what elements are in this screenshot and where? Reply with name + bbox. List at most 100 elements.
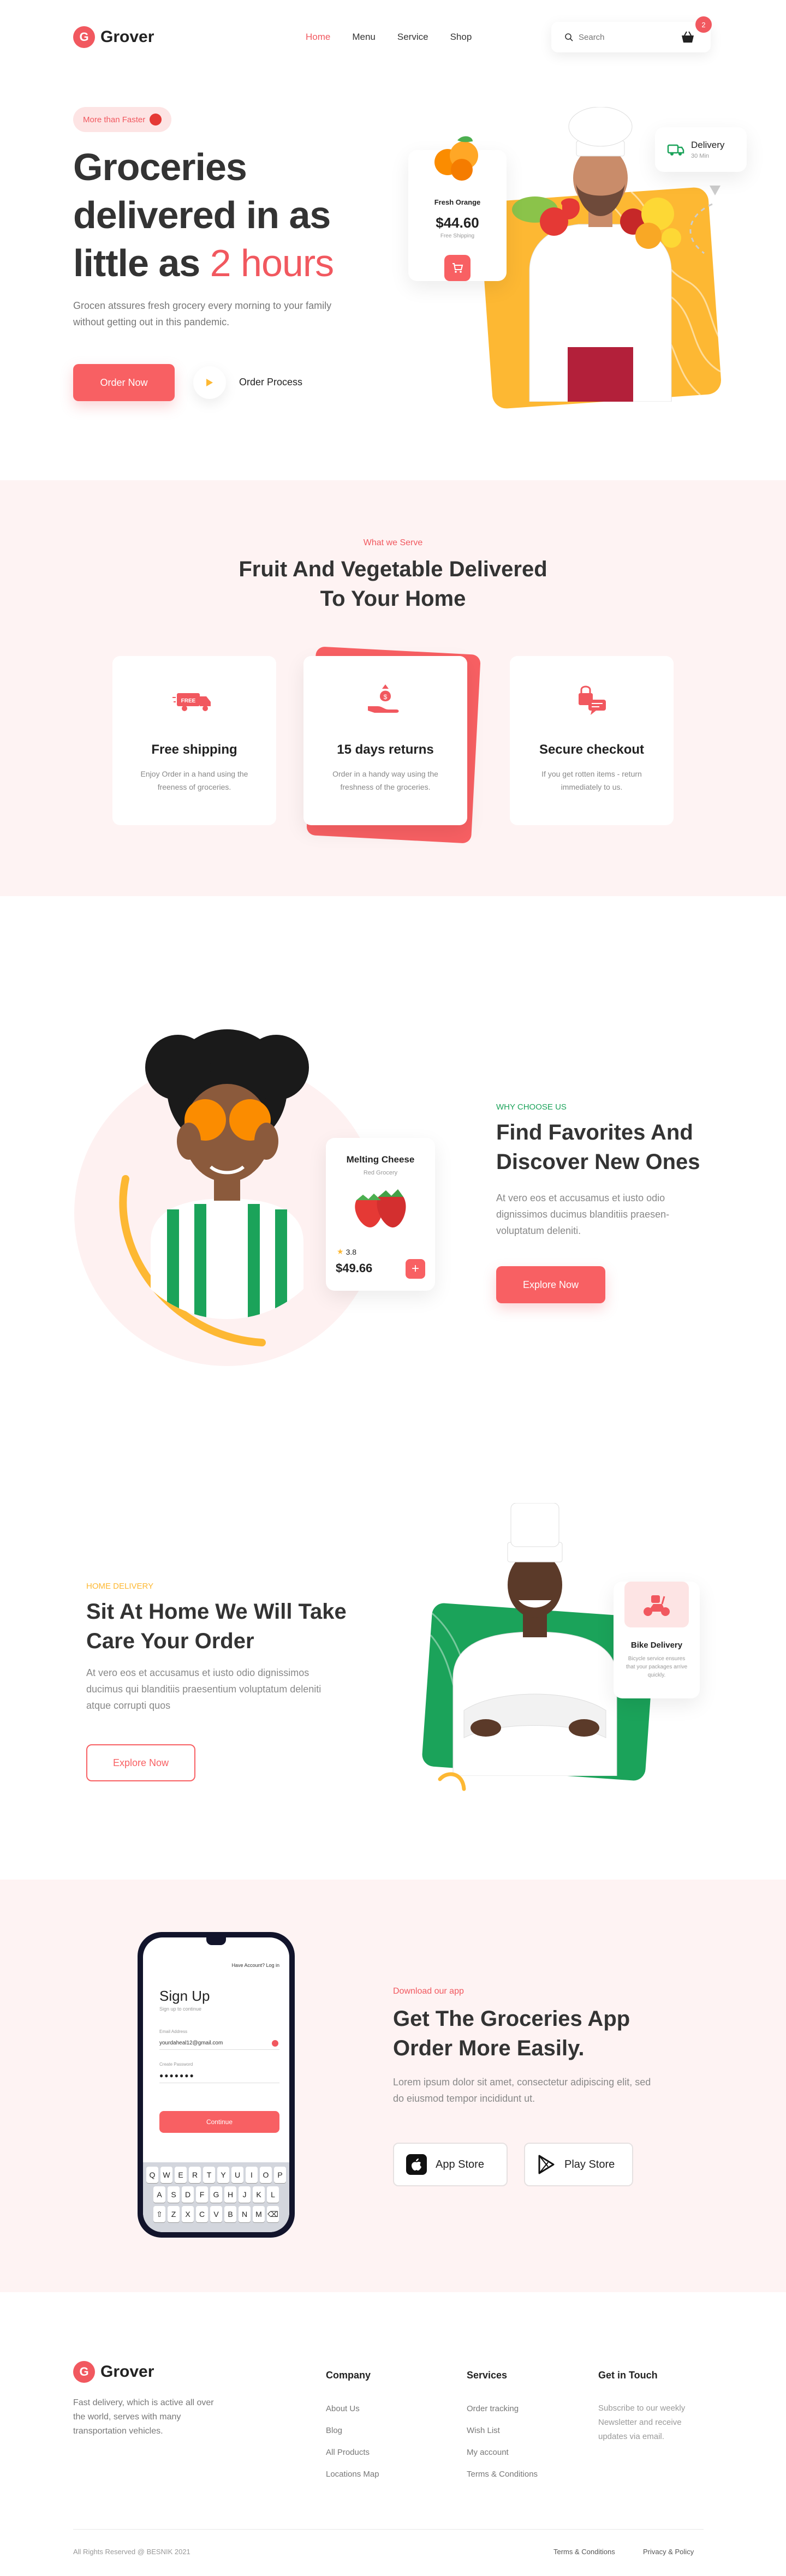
home-eyebrow: HOME DELIVERY (86, 1582, 154, 1591)
footer-link[interactable]: All Products (326, 2448, 370, 2457)
footer-contact-title: Get in Touch (598, 2370, 658, 2381)
footer-link[interactable]: Order tracking (467, 2404, 519, 2413)
keyboard-key: ⇧ (153, 2206, 165, 2222)
keyboard-key: A (153, 2186, 165, 2203)
services-title: Fruit And Vegetable Delivered To Your Ho… (0, 554, 786, 613)
footer-link[interactable]: Terms & Conditions (467, 2470, 538, 2479)
footer-link[interactable]: Blog (326, 2426, 342, 2435)
delivery-truck-icon (667, 144, 684, 156)
keyboard-key: K (253, 2186, 265, 2203)
product-rating: ★ 3.8 (337, 1247, 356, 1256)
phone-screen: Have Account? Log in Sign Up Sign up to … (143, 1937, 289, 2232)
footer-link[interactable]: Locations Map (326, 2470, 379, 2479)
order-process-label: Order Process (239, 377, 303, 387)
play-icon (206, 379, 213, 386)
hero-subtitle: Grocen atssures fresh grocery every morn… (73, 300, 332, 327)
footer-link[interactable]: My account (467, 2448, 509, 2457)
phone-signup-title: Sign Up (159, 1988, 210, 2004)
brand-name: Grover (100, 28, 154, 46)
order-process-play-button[interactable] (193, 366, 226, 399)
footer-link[interactable]: Wish List (467, 2426, 500, 2435)
app-store-button[interactable]: App Store (393, 2143, 508, 2186)
hero-title-line: Groceries (73, 146, 247, 188)
hero-title-line: little as 2 hours (73, 239, 422, 287)
brand-logo[interactable]: G Grover (73, 26, 154, 48)
keyboard-key: Q (146, 2167, 158, 2183)
keyboard-key: O (260, 2167, 272, 2183)
keyboard-key: R (189, 2167, 201, 2183)
bike-delivery-title: Bike Delivery (630, 1641, 683, 1650)
service-desc: Order in a handy way using the freshness… (332, 770, 438, 791)
service-title: Free shipping (151, 742, 237, 757)
add-to-cart-button[interactable] (444, 255, 471, 281)
home-description: At vero eos et accusamus et iusto odio d… (86, 1667, 321, 1711)
basket-icon[interactable] (680, 29, 696, 46)
order-now-button[interactable]: Order Now (73, 364, 175, 401)
why-eyebrow: WHY CHOOSE US (496, 1102, 567, 1112)
keyboard-row: ASDFGHJKL (146, 2186, 286, 2203)
cart-count-badge: 2 (695, 16, 712, 33)
nav-link-menu[interactable]: Menu (352, 32, 376, 43)
strawberries-image (355, 1189, 406, 1228)
copyright: All Rights Reserved @ BESNIK 2021 (73, 2548, 190, 2556)
footer-contact-text: Subscribe to our weekly Newsletter and r… (598, 2404, 686, 2441)
keyboard-key: T (203, 2167, 215, 2183)
play-store-label: Play Store (564, 2158, 615, 2170)
app-title: Get The Groceries App Order More Easily. (393, 2004, 699, 2063)
footer-link[interactable]: About Us (326, 2404, 360, 2413)
phone-signup-subtitle: Sign up to continue (159, 2006, 202, 2012)
why-title-line: Discover New Ones (496, 1150, 700, 1174)
services-title-line: Fruit And Vegetable Delivered (239, 557, 547, 581)
keyboard-key: B (224, 2206, 236, 2222)
service-title: Secure checkout (539, 742, 645, 757)
footer-privacy-link[interactable]: Privacy & Policy (643, 2548, 694, 2556)
product-name: Fresh Orange (434, 198, 481, 206)
delivery-time-card: Delivery 30 Min (655, 127, 747, 172)
app-title-line: Order More Easily. (393, 2036, 585, 2060)
bike-delivery-desc: Bicycle service ensures that your packag… (626, 1656, 688, 1678)
oranges-image (434, 136, 478, 181)
phone-password-label: Create Password (159, 2062, 193, 2067)
footer-tagline: Fast delivery, which is active all over … (73, 2398, 214, 2436)
nav-link-home[interactable]: Home (306, 32, 330, 43)
footer-logo[interactable]: G Grover (73, 2361, 154, 2383)
product-card-orange[interactable]: Fresh Orange $44.60 Free Shipping (408, 136, 507, 281)
product-card-cheese[interactable]: Melting Cheese Red Grocery ★ 3.8 $49.66 … (326, 1138, 435, 1291)
search-icon (565, 33, 573, 41)
fruit-icon (150, 114, 162, 126)
checkout-lock-icon (579, 685, 606, 715)
nav-link-shop[interactable]: Shop (450, 32, 472, 43)
svg-text:$: $ (384, 693, 388, 701)
add-to-cart-button[interactable]: + (406, 1259, 425, 1279)
keyboard-key: W (160, 2167, 172, 2183)
keyboard-key: C (196, 2206, 208, 2222)
keyboard-key: N (239, 2206, 251, 2222)
footer-services-title: Services (467, 2370, 508, 2381)
chef-arms-crossed-image (452, 1503, 617, 1776)
star-icon: ★ (337, 1247, 344, 1256)
phone-mockup: Have Account? Log in Sign Up Sign up to … (138, 1932, 295, 2238)
scooter-icon (644, 1595, 670, 1616)
phone-email-field: yourdaheal12@gmail.com (159, 2040, 279, 2050)
why-explore-button[interactable]: Explore Now (496, 1266, 605, 1303)
hero-pill-label: More than Faster (83, 115, 146, 124)
nav-link-service[interactable]: Service (397, 32, 428, 43)
service-desc: If you get rotten items - return immedia… (541, 770, 642, 791)
why-description: At vero eos et accusamus et iusto odio d… (496, 1192, 670, 1236)
play-store-button[interactable]: Play Store (524, 2143, 633, 2186)
rating-value: 3.8 (346, 1247, 357, 1256)
keyboard-key: V (210, 2206, 222, 2222)
keyboard-key: J (239, 2186, 251, 2203)
product-sub: Red Grocery (363, 1170, 398, 1176)
home-explore-button[interactable]: Explore Now (86, 1744, 195, 1781)
brand-name: Grover (100, 2363, 154, 2381)
home-title-line: Care Your Order (86, 1629, 254, 1653)
app-store-label: App Store (436, 2158, 484, 2170)
keyboard-key: I (246, 2167, 258, 2183)
footer-terms-link[interactable]: Terms & Conditions (553, 2548, 615, 2556)
hero-title-prefix: little as (73, 242, 210, 284)
email-status-icon (272, 2040, 278, 2047)
keyboard-key: Y (217, 2167, 229, 2183)
google-play-icon (538, 2155, 555, 2174)
search-input[interactable] (579, 32, 677, 42)
